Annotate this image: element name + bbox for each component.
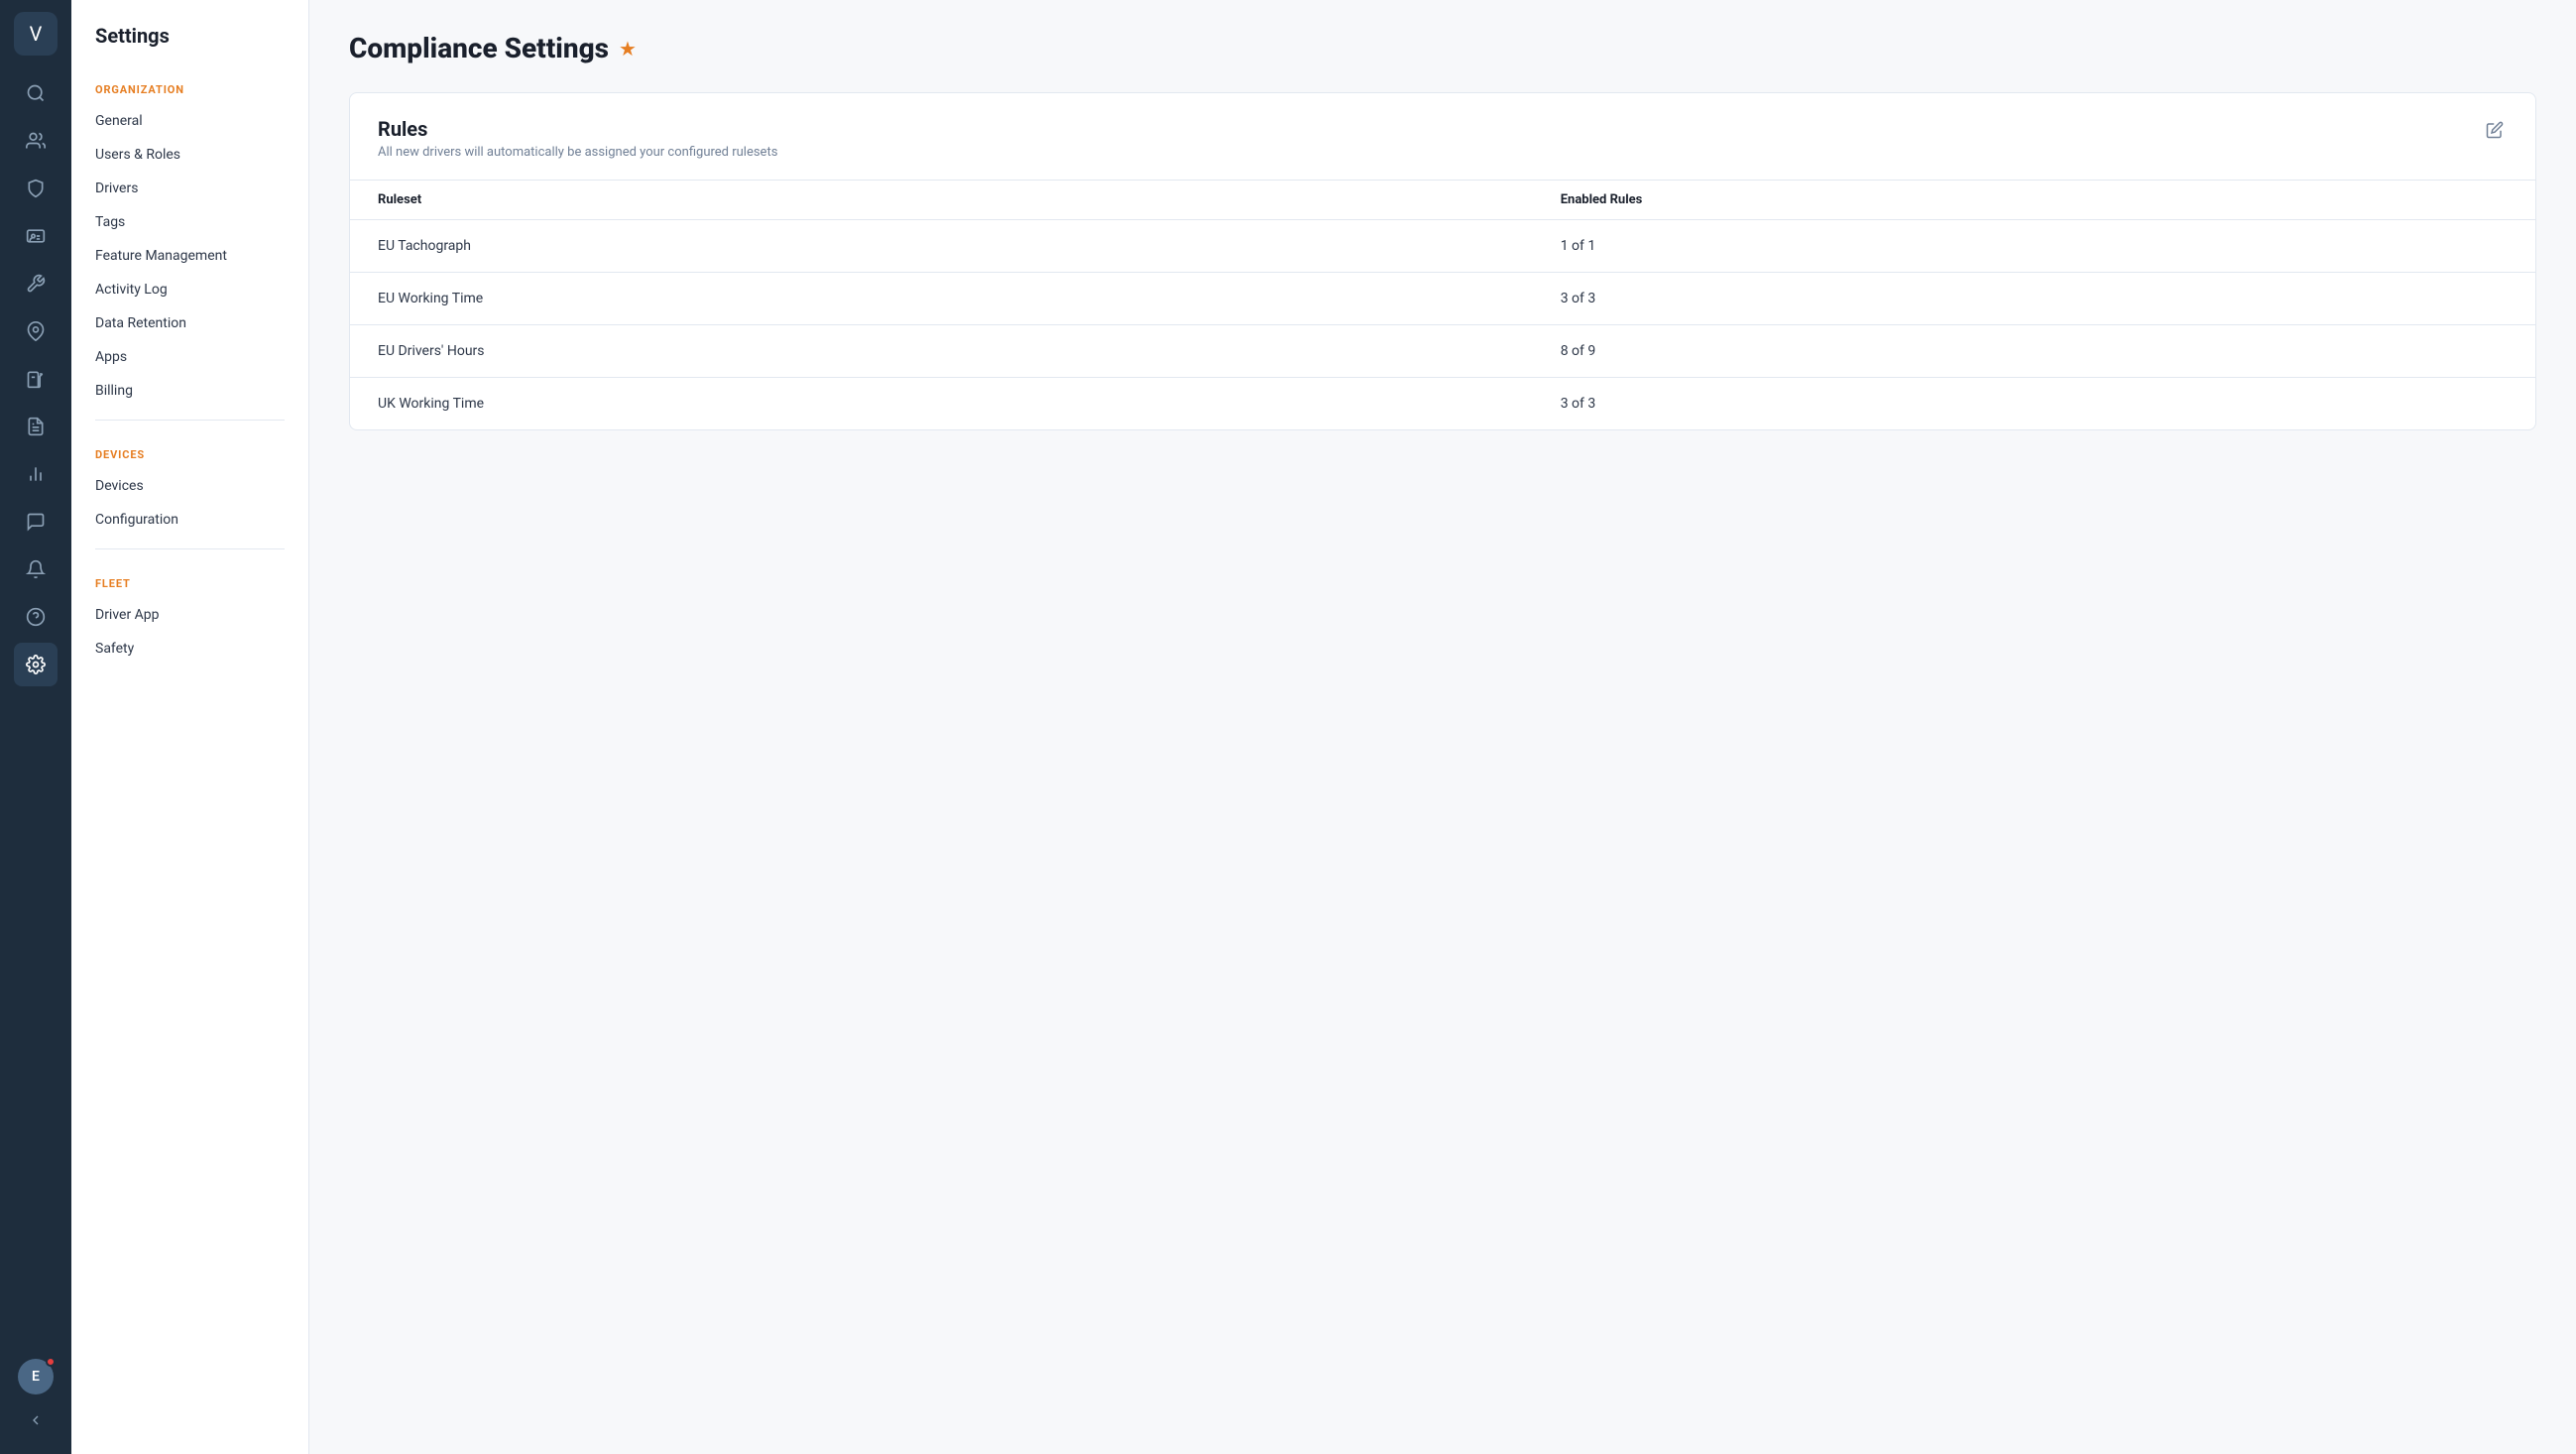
rules-table: Ruleset Enabled Rules EU Tachograph1 of … xyxy=(350,180,2535,429)
devices-section-label: DEVICES xyxy=(71,432,308,469)
card-header-text: Rules All new drivers will automatically… xyxy=(378,117,777,160)
page-title: Compliance Settings xyxy=(349,32,609,64)
sidebar-item-general[interactable]: General xyxy=(71,104,308,138)
rules-card-title: Rules xyxy=(378,117,777,141)
nav-shield-icon[interactable] xyxy=(14,167,58,210)
nav-bell-icon[interactable] xyxy=(14,547,58,591)
nav-analytics-icon[interactable] xyxy=(14,452,58,496)
nav-help-icon[interactable] xyxy=(14,595,58,639)
card-header: Rules All new drivers will automatically… xyxy=(350,93,2535,180)
ruleset-cell: EU Tachograph xyxy=(350,220,1533,273)
rules-table-header-row: Ruleset Enabled Rules xyxy=(350,181,2535,220)
ruleset-column-header: Ruleset xyxy=(350,181,1533,220)
table-row: EU Tachograph1 of 1 xyxy=(350,220,2535,273)
icon-sidebar: V E xyxy=(0,0,71,1454)
nav-map-icon[interactable] xyxy=(14,309,58,353)
nav-id-icon[interactable] xyxy=(14,214,58,258)
ruleset-cell: EU Working Time xyxy=(350,273,1533,325)
logo-text: V xyxy=(30,22,43,46)
sidebar-item-users-roles[interactable]: Users & Roles xyxy=(71,138,308,172)
rules-card: Rules All new drivers will automatically… xyxy=(349,92,2536,430)
enabled-rules-cell: 3 of 3 xyxy=(1533,273,2535,325)
sidebar-item-configuration[interactable]: Configuration xyxy=(71,503,308,537)
ruleset-cell: EU Drivers' Hours xyxy=(350,325,1533,378)
sidebar-item-apps[interactable]: Apps xyxy=(71,340,308,374)
ruleset-cell: UK Working Time xyxy=(350,378,1533,430)
sidebar-item-devices[interactable]: Devices xyxy=(71,469,308,503)
sidebar-item-driver-app[interactable]: Driver App xyxy=(71,598,308,632)
organization-section-label: ORGANIZATION xyxy=(71,67,308,104)
sidebar-item-data-retention[interactable]: Data Retention xyxy=(71,306,308,340)
page-header: Compliance Settings ★ xyxy=(349,32,2536,64)
nav-wrench-icon[interactable] xyxy=(14,262,58,305)
settings-title: Settings xyxy=(71,24,308,67)
edit-rules-button[interactable] xyxy=(2482,117,2508,148)
favorite-star-icon[interactable]: ★ xyxy=(619,37,637,61)
sidebar-divider-2 xyxy=(95,548,285,549)
enabled-rules-cell: 8 of 9 xyxy=(1533,325,2535,378)
sidebar-item-tags[interactable]: Tags xyxy=(71,205,308,239)
rules-table-head: Ruleset Enabled Rules xyxy=(350,181,2535,220)
main-content: Compliance Settings ★ Rules All new driv… xyxy=(309,0,2576,1454)
user-avatar[interactable]: E xyxy=(18,1359,54,1394)
enabled-rules-cell: 3 of 3 xyxy=(1533,378,2535,430)
notification-badge xyxy=(46,1357,56,1367)
fleet-section-label: FLEET xyxy=(71,561,308,598)
sidebar-item-safety[interactable]: Safety xyxy=(71,632,308,666)
enabled-rules-cell: 1 of 1 xyxy=(1533,220,2535,273)
rules-table-body: EU Tachograph1 of 1EU Working Time3 of 3… xyxy=(350,220,2535,430)
table-row: EU Working Time3 of 3 xyxy=(350,273,2535,325)
nav-search-icon[interactable] xyxy=(14,71,58,115)
collapse-sidebar-button[interactable] xyxy=(14,1398,58,1442)
settings-sidebar: Settings ORGANIZATION General Users & Ro… xyxy=(71,0,309,1454)
nav-settings-icon[interactable] xyxy=(14,643,58,686)
sidebar-item-drivers[interactable]: Drivers xyxy=(71,172,308,205)
table-row: UK Working Time3 of 3 xyxy=(350,378,2535,430)
app-logo[interactable]: V xyxy=(14,12,58,56)
sidebar-item-activity-log[interactable]: Activity Log xyxy=(71,273,308,306)
sidebar-item-billing[interactable]: Billing xyxy=(71,374,308,408)
nav-chat-icon[interactable] xyxy=(14,500,58,544)
nav-reports-icon[interactable] xyxy=(14,405,58,448)
rules-card-subtitle: All new drivers will automatically be as… xyxy=(378,145,777,160)
table-row: EU Drivers' Hours8 of 9 xyxy=(350,325,2535,378)
sidebar-divider-1 xyxy=(95,420,285,421)
sidebar-item-feature-management[interactable]: Feature Management xyxy=(71,239,308,273)
nav-fuel-icon[interactable] xyxy=(14,357,58,401)
enabled-rules-column-header: Enabled Rules xyxy=(1533,181,2535,220)
nav-users-icon[interactable] xyxy=(14,119,58,163)
